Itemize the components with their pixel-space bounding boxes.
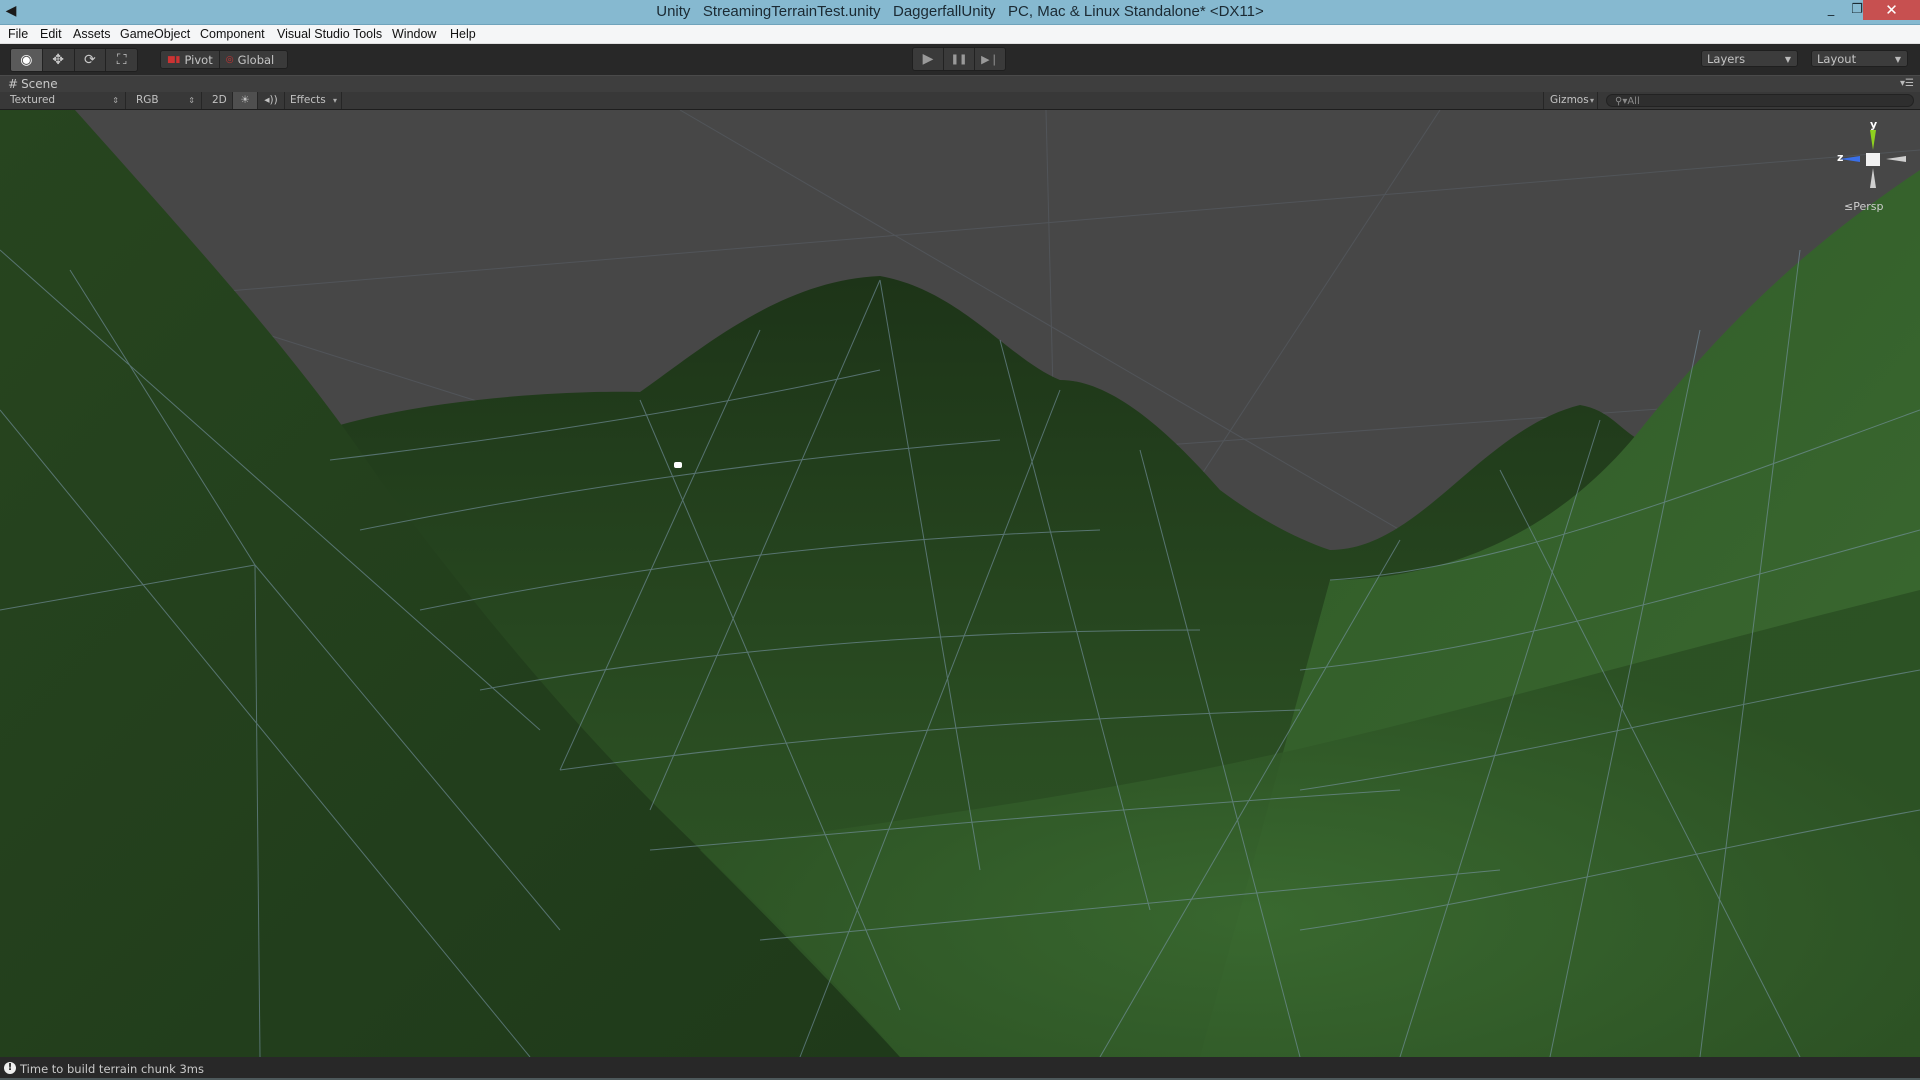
gizmos-label: Gizmos — [1550, 94, 1589, 106]
transform-tools: ◉ ✥ ⟳ ⛶ — [10, 48, 138, 72]
layout-dropdown[interactable]: Layout ▼ — [1811, 50, 1908, 67]
lighting-toggle[interactable]: ☀ — [233, 92, 258, 109]
chevron-down-icon: ▾ — [1589, 96, 1594, 105]
step-icon: ▶❘ — [981, 52, 999, 66]
updown-arrows-icon: ⇕ — [188, 96, 195, 105]
layout-label: Layout — [1817, 52, 1857, 66]
pivot-toggle-group: ■▮ Pivot ◎ Global — [160, 50, 288, 69]
close-button[interactable]: ✕ — [1863, 0, 1920, 20]
pause-button[interactable]: ❚❚ — [944, 48, 975, 70]
menu-component[interactable]: Component — [200, 25, 265, 43]
tab-scene[interactable]: # Scene — [8, 76, 58, 93]
pivot-label: Pivot — [184, 52, 213, 67]
scene-grid-icon: # — [8, 77, 19, 91]
global-icon: ◎ — [225, 54, 234, 65]
scene-tab-bar: # Scene ▾☰ — [0, 75, 1920, 93]
persp-icon: ≤ — [1844, 200, 1854, 213]
rotate-icon: ⟳ — [84, 52, 96, 68]
step-button[interactable]: ▶❘ — [975, 48, 1005, 70]
scene-search-input[interactable]: ⚲▾All — [1606, 94, 1914, 107]
menu-assets[interactable]: Assets — [73, 25, 111, 43]
scale-icon: ⛶ — [116, 52, 127, 68]
move-tool-button[interactable]: ✥ — [43, 49, 75, 71]
z-axis-label: z — [1837, 151, 1844, 164]
layers-dropdown[interactable]: Layers ▼ — [1701, 50, 1798, 67]
scene-toolbar: Textured ⇕ RGB ⇕ 2D ☀ ◂)) Effects ▾ Gizm… — [0, 92, 1920, 110]
projection-toggle[interactable]: ≤Persp — [1844, 200, 1883, 213]
layers-label: Layers — [1707, 52, 1746, 66]
scene-viewport[interactable] — [0, 110, 1920, 1057]
speaker-icon: ◂)) — [264, 94, 278, 106]
scale-tool-button[interactable]: ⛶ — [106, 49, 137, 71]
effects-dropdown[interactable]: Effects ▾ — [285, 92, 342, 109]
menu-edit[interactable]: Edit — [40, 25, 62, 43]
rotate-tool-button[interactable]: ⟳ — [75, 49, 107, 71]
neg-y-axis-arrow[interactable] — [1870, 168, 1876, 188]
menu-help[interactable]: Help — [450, 25, 476, 43]
gizmo-center-cube[interactable] — [1866, 153, 1880, 166]
sun-icon: ☀ — [240, 94, 250, 106]
y-axis-label: y — [1870, 118, 1878, 131]
window-title: Unity StreamingTerrainTest.unity Daggerf… — [656, 3, 1264, 20]
projection-label: Persp — [1853, 200, 1884, 213]
2d-toggle[interactable]: 2D — [207, 92, 233, 109]
title-bar: ◀ Unity StreamingTerrainTest.unity Dagge… — [0, 0, 1920, 25]
global-label: Global — [237, 52, 275, 67]
terrain-render — [0, 110, 1920, 1057]
mouse-cursor — [674, 462, 682, 468]
effects-label: Effects — [290, 94, 326, 106]
search-icon: ⚲▾ — [1615, 96, 1628, 107]
info-icon: ! — [4, 1062, 16, 1074]
chevron-down-icon: ▾ — [332, 96, 337, 105]
menu-bar: File Edit Assets GameObject Component Vi… — [0, 25, 1920, 44]
pause-icon: ❚❚ — [950, 53, 968, 65]
move-arrows-icon: ✥ — [52, 52, 64, 68]
pivot-icon: ■▮ — [167, 54, 181, 65]
global-button[interactable]: ◎ Global — [220, 51, 281, 68]
main-toolbar: ◉ ✥ ⟳ ⛶ ■▮ Pivot ◎ Global ▶ ❚❚ ▶❘ Layers… — [0, 44, 1920, 75]
chevron-down-icon: ▼ — [1784, 55, 1791, 64]
menu-file[interactable]: File — [8, 25, 28, 43]
menu-window[interactable]: Window — [392, 25, 436, 43]
status-bar: ! Time to build terrain chunk 3ms — [0, 1058, 1920, 1080]
menu-gameobject[interactable]: GameObject — [120, 25, 190, 43]
play-controls: ▶ ❚❚ ▶❘ — [912, 47, 1006, 71]
audio-toggle[interactable]: ◂)) — [258, 92, 285, 109]
shading-mode-dropdown[interactable]: Textured ⇕ — [4, 92, 126, 109]
eye-icon: ◉ — [20, 52, 33, 68]
play-button[interactable]: ▶ — [913, 48, 944, 70]
search-placeholder: All — [1627, 96, 1640, 107]
x-axis-arrow[interactable] — [1886, 156, 1906, 162]
gizmos-dropdown[interactable]: Gizmos ▾ — [1543, 92, 1598, 109]
view-tool-button[interactable]: ◉ — [11, 49, 43, 71]
2d-label: 2D — [212, 94, 227, 106]
render-mode-value: RGB — [136, 94, 159, 106]
updown-arrows-icon: ⇕ — [112, 96, 119, 105]
panel-menu-icon[interactable]: ▾☰ — [1900, 78, 1914, 89]
pivot-button[interactable]: ■▮ Pivot — [161, 51, 220, 68]
shading-mode-value: Textured — [10, 94, 56, 106]
play-icon: ▶ — [922, 51, 934, 67]
menu-visual-studio-tools[interactable]: Visual Studio Tools — [277, 25, 382, 43]
y-axis-arrow[interactable] — [1870, 130, 1876, 150]
chevron-down-icon: ▼ — [1894, 55, 1901, 64]
status-message[interactable]: Time to build terrain chunk 3ms — [20, 1058, 204, 1080]
render-mode-dropdown[interactable]: RGB ⇕ — [130, 92, 202, 109]
scene-tab-label: Scene — [21, 77, 58, 91]
